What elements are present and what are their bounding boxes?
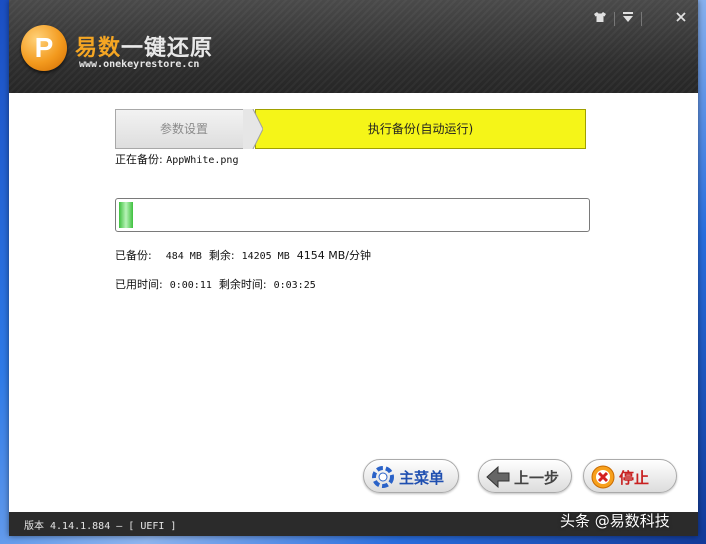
refresh-icon [372, 466, 394, 488]
app-title: 易数一键还原 [75, 30, 213, 62]
time-left-value: 0:03:25 [273, 280, 316, 291]
app-logo: P [21, 25, 67, 71]
current-file-label: 正在备份: [115, 153, 163, 166]
elapsed-label: 已用时间: [115, 278, 163, 291]
current-file-line: 正在备份: AppWhite.png [115, 151, 238, 167]
logo-letter: P [34, 32, 54, 63]
remaining-label: 剩余: [208, 249, 235, 262]
time-left-label: 剩余时间: [218, 278, 267, 291]
app-window: P 易数一键还原 www.onekeyrestore.cn 执行备份(自动运行)… [9, 0, 698, 536]
watermark: 头条 @易数科技 [560, 512, 670, 530]
title-separator [641, 12, 642, 26]
title-separator [614, 12, 615, 26]
done-label: 已备份: [115, 249, 152, 262]
main-menu-label: 主菜单 [399, 469, 445, 487]
step-parameters: 参数设置 [115, 109, 253, 149]
elapsed-value: 0:00:11 [169, 280, 212, 291]
close-icon[interactable] [672, 10, 690, 28]
current-file-name: AppWhite.png [166, 155, 239, 166]
title-bar: P 易数一键还原 www.onekeyrestore.cn [9, 0, 698, 93]
skin-icon[interactable] [591, 10, 609, 28]
prev-step-label: 上一步 [514, 469, 560, 487]
prev-step-button[interactable]: 上一步 [478, 459, 572, 493]
app-url: www.onekeyrestore.cn [79, 59, 200, 70]
size-stats-line: 已备份: 484 MB 剩余: 14205 MB 4154 MB/分钟 [115, 247, 371, 263]
stop-button[interactable]: 停止 [583, 459, 677, 493]
step-indicator: 执行备份(自动运行) 参数设置 [115, 109, 586, 149]
main-menu-button[interactable]: 主菜单 [363, 459, 459, 493]
backup-progress-bar [115, 198, 590, 232]
progress-fill [119, 202, 133, 228]
stop-icon [591, 465, 615, 489]
step-arrow [243, 109, 263, 149]
menu-icon[interactable] [619, 10, 637, 28]
app-title-accent: 易数 [75, 36, 122, 61]
app-title-rest: 一键还原 [121, 36, 214, 61]
version-text: 版本 4.14.1.884 — [ UEFI ] [24, 521, 177, 532]
done-value: 484 MB [165, 251, 202, 262]
time-stats-line: 已用时间: 0:00:11 剩余时间: 0:03:25 [115, 276, 316, 292]
back-arrow-icon [486, 465, 510, 489]
remaining-value: 14205 MB [241, 251, 290, 262]
step-execute-backup: 执行备份(自动运行) [255, 109, 586, 149]
speed-value: 4154 MB/分钟 [296, 249, 371, 262]
stop-label: 停止 [619, 469, 650, 487]
